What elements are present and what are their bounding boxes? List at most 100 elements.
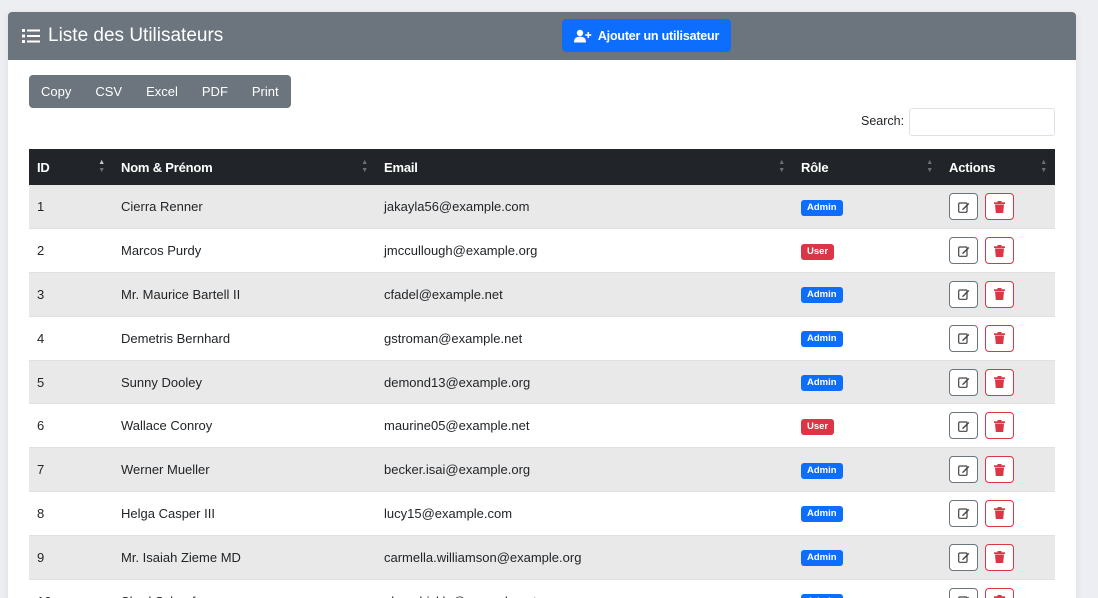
cell-email: maurine05@example.net	[384, 418, 530, 434]
user-plus-icon	[573, 29, 592, 43]
cell-role: Admin	[793, 492, 941, 536]
sort-icon: ▲ ▼	[1040, 159, 1047, 174]
pdf-button[interactable]: PDF	[190, 75, 240, 108]
role-badge: Admin	[801, 462, 843, 479]
cell-role: User	[793, 404, 941, 448]
search-label: Search:	[861, 114, 905, 128]
cell-actions	[941, 185, 1055, 229]
cell-email: alana.hickle@example.net	[376, 579, 793, 598]
edit-icon	[957, 507, 970, 520]
cell-name: Wallace Conroy	[121, 418, 213, 434]
edit-icon	[957, 464, 970, 476]
cell-actions	[941, 273, 1055, 317]
row-actions	[949, 237, 1055, 265]
copy-button[interactable]: Copy	[29, 75, 83, 108]
sort-icon: ▲ ▼	[361, 159, 368, 174]
cell-email: gstroman@example.net	[384, 330, 523, 346]
column-header-id[interactable]: ID ▲ ▼	[29, 149, 113, 185]
edit-button[interactable]	[949, 499, 978, 527]
cell-role: Admin	[793, 535, 941, 579]
table-header-row: ID ▲ ▼ Nom & Prénom ▲ ▼ Email ▲ ▼ Rôle ▲ ▼ A…	[29, 149, 1055, 185]
delete-button[interactable]	[985, 237, 1014, 265]
edit-icon	[957, 376, 970, 388]
delete-button[interactable]	[985, 280, 1014, 308]
row-actions	[949, 499, 1055, 527]
cell-id: 6	[37, 418, 45, 434]
column-header-email[interactable]: Email ▲ ▼	[376, 149, 793, 185]
cell-actions	[941, 316, 1055, 360]
edit-icon	[957, 245, 970, 257]
cell-role: User	[793, 229, 941, 273]
add-user-label: Ajouter un utilisateur	[597, 28, 720, 43]
cell-role: Admin	[793, 185, 941, 229]
list-icon	[22, 28, 40, 44]
cell-email: jmccullough@example.org	[384, 243, 538, 259]
column-header-name[interactable]: Nom & Prénom ▲ ▼	[113, 149, 376, 185]
edit-button[interactable]	[949, 237, 978, 265]
trash-icon	[994, 244, 1005, 257]
edit-icon	[957, 288, 970, 301]
cell-name: Mr. Isaiah Zieme MD	[121, 549, 241, 565]
print-button[interactable]: Print	[240, 75, 291, 108]
delete-button[interactable]	[985, 324, 1014, 352]
trash-icon	[994, 200, 1005, 213]
edit-button[interactable]	[949, 456, 978, 484]
edit-button[interactable]	[949, 412, 978, 440]
excel-button[interactable]: Excel	[134, 75, 190, 108]
users-card: Liste des Utilisateurs Ajouter un utilis…	[8, 12, 1076, 598]
cell-name: Sunny Dooley	[121, 374, 202, 390]
role-badge: Admin	[801, 375, 843, 392]
row-actions	[949, 543, 1055, 571]
role-badge: Admin	[801, 199, 843, 216]
add-user-button[interactable]: Ajouter un utilisateur	[562, 19, 731, 52]
cell-id: 7	[37, 462, 45, 478]
table-row: 5 Sunny Dooley demond13@example.org Admin	[29, 360, 1055, 404]
trash-icon	[994, 332, 1005, 345]
delete-button[interactable]	[985, 543, 1014, 571]
export-button-group: Copy CSV Excel PDF Print	[29, 75, 291, 108]
edit-button[interactable]	[949, 193, 978, 221]
role-badge: Admin	[801, 506, 843, 523]
table-row: 4 Demetris Bernhard gstroman@example.net Ad…	[29, 316, 1055, 361]
delete-button[interactable]	[985, 499, 1014, 527]
cell-id: 10	[29, 579, 113, 598]
row-actions	[949, 587, 1055, 598]
cell-role: Admin	[793, 360, 941, 404]
edit-button[interactable]	[949, 324, 978, 352]
row-actions	[949, 368, 1055, 396]
edit-button[interactable]	[949, 280, 978, 308]
cell-email: becker.isai@example.org	[384, 462, 531, 478]
csv-button[interactable]: CSV	[83, 75, 134, 108]
cell-actions	[941, 404, 1055, 448]
cell-id: 1	[37, 199, 45, 215]
delete-button[interactable]	[985, 412, 1014, 440]
cell-id: 9	[37, 549, 45, 565]
edit-button[interactable]	[949, 587, 978, 598]
table-row: 2 Marcos Purdy jmccullough@example.org User	[29, 228, 1055, 273]
delete-button[interactable]	[985, 587, 1014, 598]
cell-actions	[941, 492, 1055, 536]
column-header-role[interactable]: Rôle ▲ ▼	[793, 149, 941, 185]
cell-id: 8	[37, 505, 45, 521]
edit-icon	[957, 332, 970, 345]
cell-actions	[941, 579, 1055, 598]
table-row: 3 Mr. Maurice Bartell II cfadel@example.ne…	[29, 272, 1055, 317]
edit-icon	[957, 551, 970, 564]
role-badge: Admin	[801, 331, 843, 348]
cell-email: lucy15@example.com	[384, 505, 513, 521]
delete-button[interactable]	[985, 456, 1014, 484]
column-header-actions[interactable]: Actions ▲ ▼	[941, 149, 1055, 185]
edit-button[interactable]	[949, 543, 978, 571]
delete-button[interactable]	[985, 193, 1014, 221]
cell-email: demond13@example.org	[384, 374, 531, 390]
sort-icon: ▲ ▼	[98, 159, 105, 174]
cell-name: Cierra Renner	[121, 199, 203, 215]
edit-button[interactable]	[949, 368, 978, 396]
delete-button[interactable]	[985, 368, 1014, 396]
cell-name: Demetris Bernhard	[121, 330, 231, 346]
users-table: ID ▲ ▼ Nom & Prénom ▲ ▼ Email ▲ ▼ Rôle ▲ ▼ A…	[29, 149, 1055, 598]
search-input[interactable]	[909, 108, 1055, 136]
cell-email: jakayla56@example.com	[384, 199, 530, 215]
cell-actions	[941, 360, 1055, 404]
cell-email: cfadel@example.net	[384, 286, 503, 302]
